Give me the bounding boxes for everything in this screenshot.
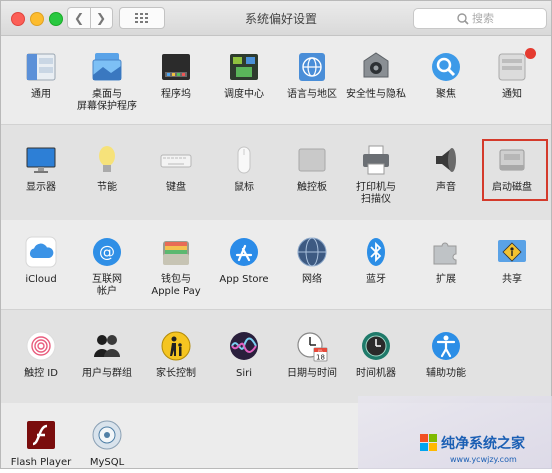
general-icon [26,53,56,81]
pane-label: iCloud [25,274,57,285]
pane-label: 时间机器 [356,368,396,379]
close-button[interactable] [11,12,25,26]
mouse-icon [237,146,251,174]
pane-label: 声音 [436,182,456,193]
mysql-icon [92,420,122,450]
section-personal: 通用 桌面与 屏幕保护程序 程序坞 调度中心 语言与地区 安全性与隐私 聚焦 通… [1,36,551,123]
app-store-icon [230,238,258,266]
dock-icon [162,54,190,80]
forward-arrow-icon[interactable]: ❯ [90,8,112,28]
time-machine-icon [362,332,390,360]
pane-label: 触控板 [297,182,327,193]
search-placeholder: 搜索 [472,12,494,25]
language-region-icon [299,53,325,81]
minimize-button[interactable] [30,12,44,26]
pane-label: 用户与群组 [82,368,132,379]
icloud-icon [25,236,57,268]
pane-label: 触控 ID [24,368,58,379]
internet-accounts-icon: @ [93,238,121,266]
calendar-month: JUL [317,348,323,352]
zoom-button[interactable] [49,12,63,26]
pane-label: 网络 [302,274,322,285]
touch-id-icon [26,331,56,361]
svg-text:@: @ [99,242,115,261]
pane-label: 显示器 [26,182,56,193]
pane-label: 钱包与 Apple Pay [151,274,201,297]
section-hardware: 显示器 节能 键盘 鼠标 触控板 打印机与 扫描仪 声音 启动磁盘 [1,124,551,221]
pane-label: 共享 [502,274,522,285]
pane-label: 语言与地区 [287,89,337,100]
pane-label: 通用 [31,89,51,100]
sharing-icon [498,240,526,262]
pane-label: 扩展 [436,274,456,285]
mission-control-icon [230,54,258,80]
search-field[interactable]: 搜索 [413,8,547,29]
desktop-screensaver-icon [92,53,122,81]
pane-label: Flash Player [10,457,72,468]
pane-label: 家长控制 [156,368,196,379]
pane-label: Siri [235,368,252,379]
trackpad-icon [298,148,326,172]
pane-label: MySQL [89,457,125,468]
network-icon [297,237,327,267]
sound-icon [436,148,456,172]
search-icon [457,13,469,25]
date-time-icon: JUL 18 [297,332,328,362]
watermark: 纯净系统之家 www.ycwjzy.com [358,396,552,469]
pane-label: 节能 [97,182,117,193]
notifications-icon [498,53,526,81]
pane-label: 辅助功能 [426,368,466,379]
title-bar: ❮ ❯ 系统偏好设置 搜索 [1,1,551,36]
grid-icon [135,13,148,23]
pane-label: 互联网 帐户 [92,274,122,297]
window-title: 系统偏好设置 [244,12,317,26]
pane-label: App Store [219,274,269,285]
accessibility-icon [432,332,460,360]
pane-label: 鼠标 [234,182,254,193]
pane-label: 安全性与隐私 [346,89,406,100]
displays-icon [26,147,56,173]
highlight-box [482,139,548,201]
show-all-button[interactable] [119,7,165,29]
back-arrow-icon[interactable]: ❮ [68,8,91,28]
extensions-icon [433,242,457,265]
watermark-url: www.ycwjzy.com [450,455,517,464]
pane-label: 调度中心 [224,89,264,100]
security-privacy-icon [363,52,389,78]
pane-label: 桌面与 屏幕保护程序 [77,89,137,112]
watermark-graphic: 纯净系统之家 www.ycwjzy.com [358,396,552,469]
back-forward-control: ❮ ❯ [67,7,113,29]
pane-label: 通知 [502,89,522,100]
printers-scanners-icon [363,145,389,175]
siri-icon [230,332,258,360]
section-system: 触控 ID 用户与群组 家长控制 Siri JUL 18 日期与时间 时间机器 … [1,309,551,404]
pane-label: 蓝牙 [366,274,386,285]
spotlight-icon [432,53,460,81]
parental-controls-icon [161,331,191,361]
pane-label: 聚焦 [436,89,456,100]
energy-saver-icon [99,146,115,172]
notification-badge [525,48,536,59]
section-internet-wireless: iCloud @ 互联网 帐户 钱包与 Apple Pay App Store [1,220,551,308]
flash-player-icon [27,421,55,449]
watermark-name: 纯净系统之家 [441,435,526,452]
keyboard-icon [160,154,192,168]
pane-label: 键盘 [166,182,186,193]
pane-label: 程序坞 [161,89,191,100]
bluetooth-icon [367,238,385,266]
wallet-applepay-icon [163,241,189,265]
pane-label: 打印机与 扫描仪 [356,182,396,205]
calendar-day: 18 [316,354,325,362]
users-groups-icon [94,335,120,357]
pane-label: 日期与时间 [287,368,337,379]
